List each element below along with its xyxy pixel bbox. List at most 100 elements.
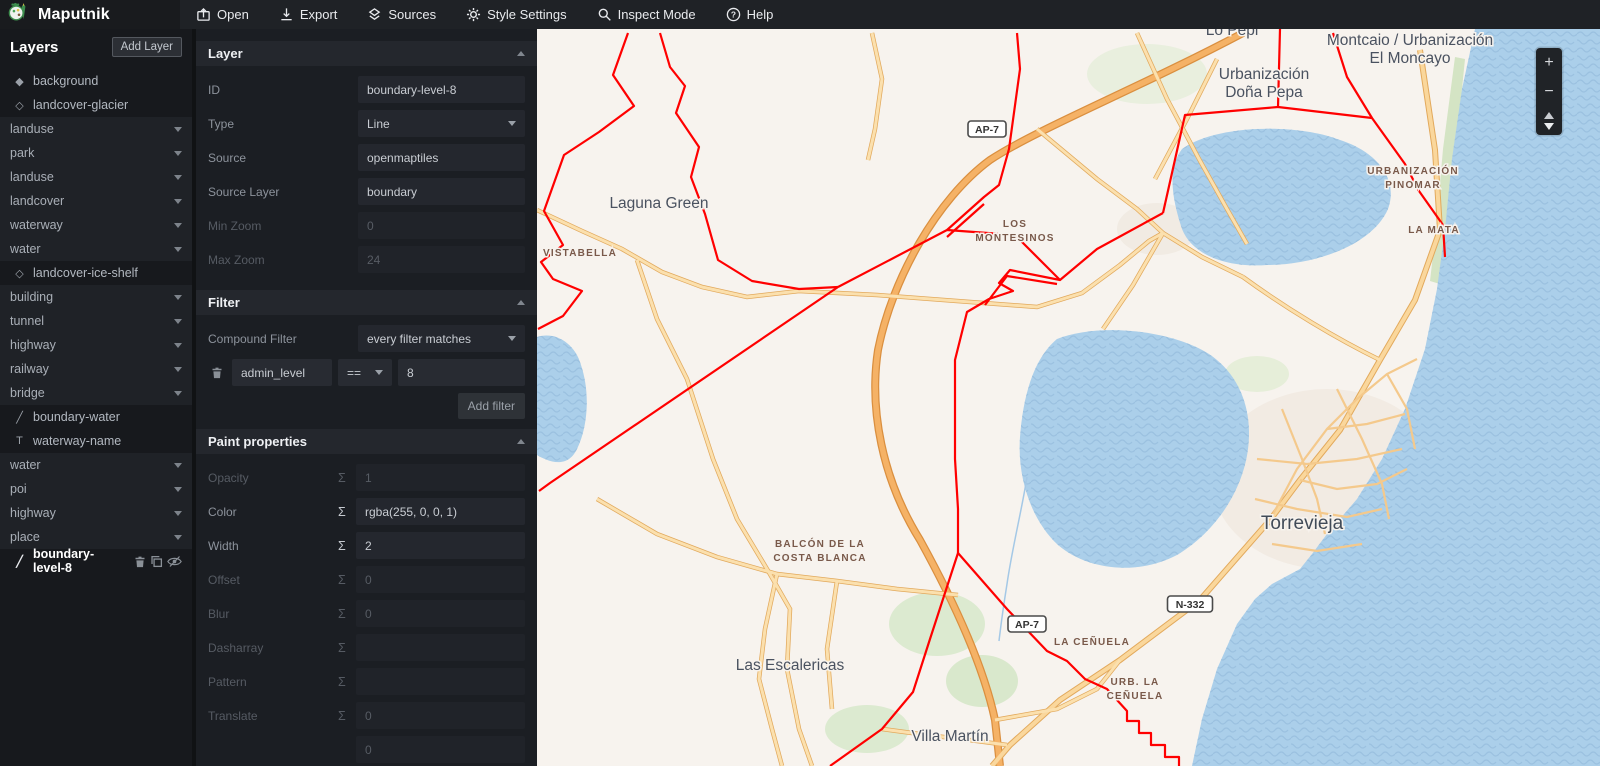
map-zoom-control: + − <box>1536 48 1562 135</box>
filter-section-header[interactable]: Filter <box>196 290 537 315</box>
layer-group-highway[interactable]: highway <box>0 333 192 357</box>
pitch-toggle-button[interactable] <box>1536 106 1562 135</box>
layer-label: place <box>10 530 40 544</box>
layer-group-bridge[interactable]: bridge <box>0 381 192 405</box>
menu-item-export[interactable]: Export <box>279 7 337 22</box>
section-title: Filter <box>208 295 240 310</box>
field-value: 0 <box>365 606 372 621</box>
visibility-off-icon[interactable] <box>167 555 182 568</box>
layer-group-landuse[interactable]: landuse <box>0 117 192 141</box>
layer-group-railway[interactable]: railway <box>0 357 192 381</box>
place-label: Lo Pepi <box>1206 29 1259 39</box>
field-input[interactable]: 24 <box>358 246 525 273</box>
function-icon[interactable]: Σ <box>338 505 356 519</box>
paint-section-header[interactable]: Paint properties <box>196 429 537 454</box>
layer-label: waterway-name <box>33 434 122 448</box>
place-label: Montcaio / Urbanización <box>1327 32 1493 49</box>
field-label: Pattern <box>208 674 247 689</box>
place-label: LA CEÑUELA <box>1054 635 1130 648</box>
field-value: openmaptiles <box>367 150 439 165</box>
layer-label: water <box>10 242 41 256</box>
menu-item-style-settings[interactable]: Style Settings <box>466 7 567 22</box>
field-input[interactable]: openmaptiles <box>358 144 525 171</box>
function-icon[interactable]: Σ <box>338 641 356 655</box>
zoom-out-button[interactable]: − <box>1536 77 1562 106</box>
delete-filter-icon[interactable] <box>208 366 226 379</box>
field-input[interactable]: 0 <box>356 600 525 627</box>
layer-group-landuse[interactable]: landuse <box>0 165 192 189</box>
help-icon: ? <box>726 7 741 22</box>
pitch-toggle-icon <box>1544 111 1554 130</box>
layer-label: railway <box>10 362 49 376</box>
text-icon: T <box>16 435 23 447</box>
field-select[interactable]: Line <box>358 110 525 137</box>
layer-group-water[interactable]: water <box>0 237 192 261</box>
layer-group-water[interactable]: water <box>0 453 192 477</box>
layer-item-background[interactable]: ◆ background <box>0 69 192 93</box>
add-layer-button[interactable]: Add Layer <box>111 37 182 57</box>
add-filter-button[interactable]: Add filter <box>457 393 525 419</box>
layer-group-building[interactable]: building <box>0 285 192 309</box>
field-input[interactable]: 0 <box>356 566 525 593</box>
svg-text:AP-7: AP-7 <box>975 124 999 136</box>
layer-group-waterway[interactable]: waterway <box>0 213 192 237</box>
layer-group-tunnel[interactable]: tunnel <box>0 309 192 333</box>
layer-group-highway[interactable]: highway <box>0 501 192 525</box>
layer-item-boundary-level-8[interactable]: ╱ boundary-level-8 <box>0 547 192 575</box>
menu-item-open[interactable]: Open <box>196 7 249 22</box>
inspect-icon <box>597 7 612 22</box>
field-input[interactable]: boundary-level-8 <box>358 76 525 103</box>
field-value: 2 <box>365 538 372 553</box>
field-input[interactable]: boundary <box>358 178 525 205</box>
layer-group-landcover[interactable]: landcover <box>0 189 192 213</box>
layer-group-place[interactable]: place <box>0 525 192 549</box>
field-input[interactable]: 0 <box>358 212 525 239</box>
menu-item-help[interactable]: ? Help <box>726 7 773 22</box>
layer-label: park <box>10 146 35 160</box>
field-input[interactable]: 0 <box>356 702 525 729</box>
field-input[interactable]: 2 <box>356 532 525 559</box>
layer-label: background <box>33 74 99 88</box>
function-icon[interactable]: Σ <box>338 675 356 689</box>
layer-item-boundary-water[interactable]: ╱ boundary-water <box>0 405 192 429</box>
layer-group-poi[interactable]: poi <box>0 477 192 501</box>
field-input[interactable] <box>356 634 525 661</box>
filter-value-input[interactable]: 8 <box>398 359 525 386</box>
zoom-in-button[interactable]: + <box>1536 48 1562 77</box>
function-icon[interactable]: Σ <box>338 573 356 587</box>
field-value: rgba(255, 0, 0, 1) <box>365 504 458 519</box>
field-row-max-zoom: Max Zoom 24 <box>208 246 525 273</box>
layer-item-landcover-ice-shelf[interactable]: ◇ landcover-ice-shelf <box>0 261 192 285</box>
field-label: Type <box>208 116 235 131</box>
field-select[interactable]: every filter matches <box>358 325 525 352</box>
layer-item-waterway-name[interactable]: Twaterway-name <box>0 429 192 453</box>
field-input[interactable]: rgba(255, 0, 0, 1) <box>356 498 525 525</box>
field-value: 0 <box>365 742 372 757</box>
layer-editor: Layer ID boundary-level-8 Type Line Source ope… <box>196 29 537 766</box>
field-row-color: Color Σrgba(255, 0, 0, 1) <box>208 498 525 525</box>
field-input[interactable]: 1 <box>356 464 525 491</box>
field-label: Max Zoom <box>208 252 265 267</box>
map-canvas[interactable]: AP-7 AP-7 N-332 Lo Pepi Montcaio / Urbaniza… <box>537 29 1600 766</box>
chevron-down-icon <box>174 342 182 348</box>
function-icon[interactable]: Σ <box>338 709 356 723</box>
function-icon[interactable]: Σ <box>338 471 356 485</box>
delete-icon[interactable] <box>134 555 146 568</box>
filter-field-input[interactable]: admin_level <box>232 359 332 386</box>
chevron-down-icon <box>174 390 182 396</box>
menu-item-sources[interactable]: Sources <box>367 7 436 22</box>
function-icon[interactable]: Σ <box>338 607 356 621</box>
filter-operator-select[interactable]: == <box>338 359 392 386</box>
duplicate-icon[interactable] <box>150 555 163 568</box>
layer-section-header[interactable]: Layer <box>196 41 537 66</box>
field-value: 1 <box>365 470 372 485</box>
field-label: Width <box>208 538 239 553</box>
layer-group-park[interactable]: park <box>0 141 192 165</box>
settings-icon <box>466 7 481 22</box>
field-input[interactable] <box>356 668 525 695</box>
function-icon[interactable]: Σ <box>338 539 356 553</box>
layer-item-landcover-glacier[interactable]: ◇ landcover-glacier <box>0 93 192 117</box>
menu-item-inspect-mode[interactable]: Inspect Mode <box>597 7 696 22</box>
field-input[interactable]: 0 <box>356 736 525 763</box>
sources-icon <box>367 7 382 22</box>
